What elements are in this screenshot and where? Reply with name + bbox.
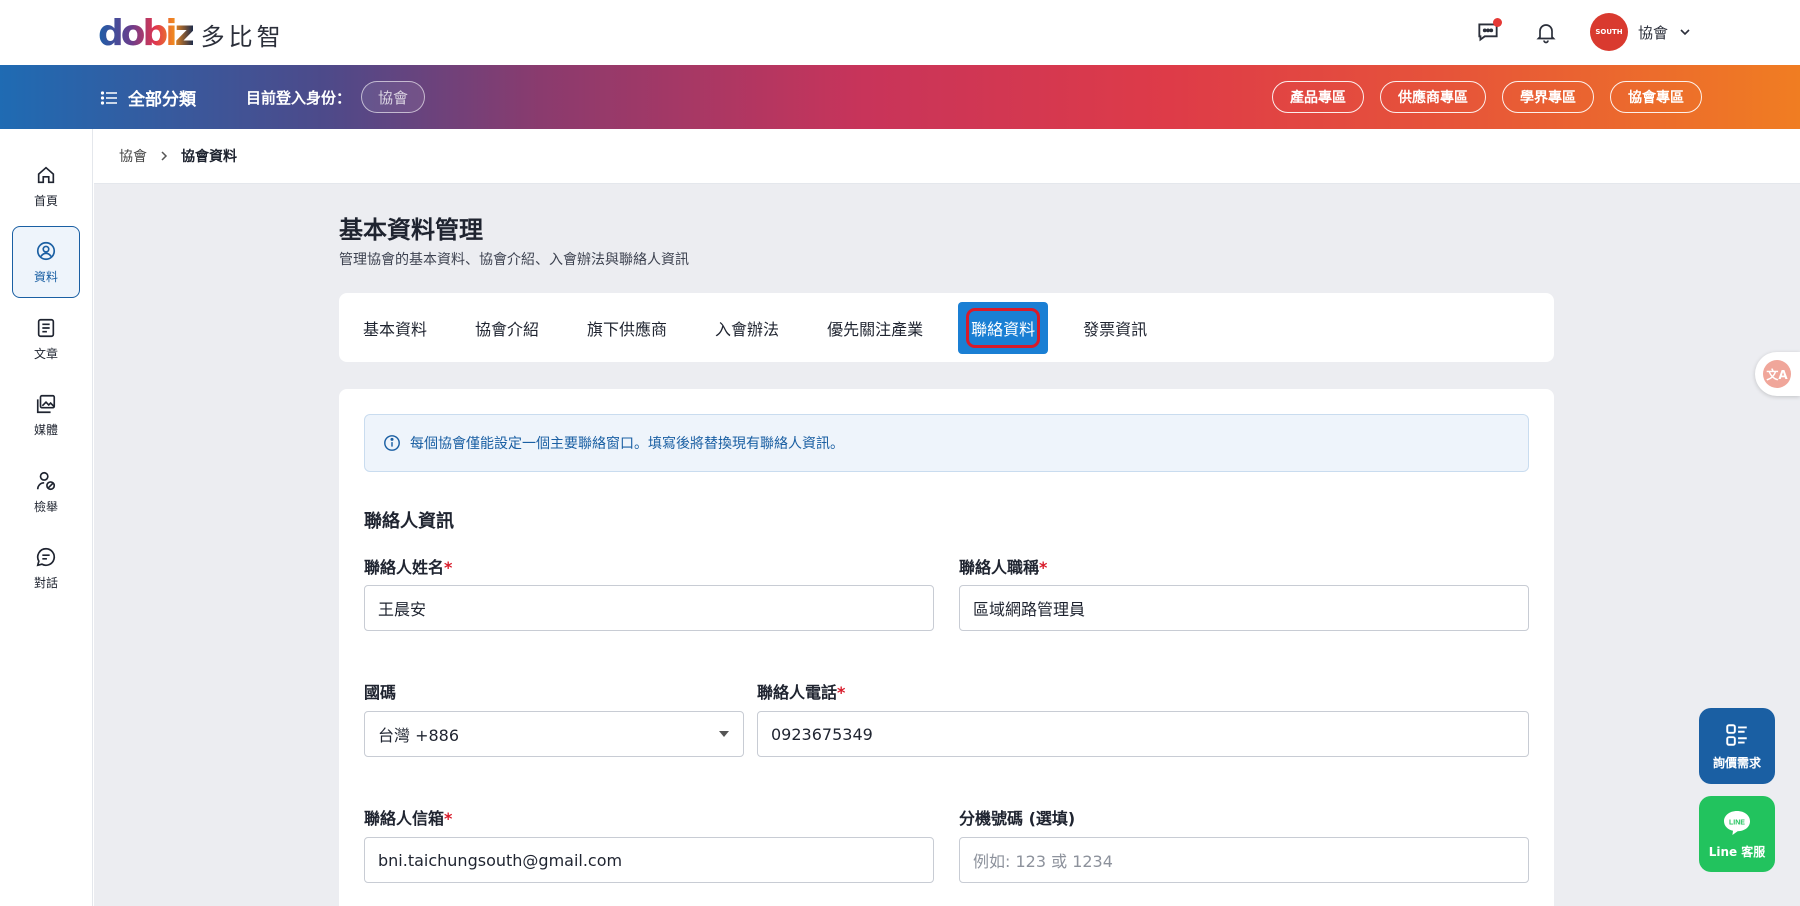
country-code-value: 台灣 +886 (378, 726, 460, 745)
avatar[interactable]: SOUTH (1589, 13, 1628, 51)
contact-name-input[interactable]: 王晨安 (364, 585, 934, 631)
sidebar: 首頁 資料 文章 媒體 檢舉 對話 (0, 129, 93, 906)
svg-text:LINE: LINE (1729, 819, 1745, 826)
media-icon (36, 394, 56, 413)
caret-down-icon (719, 731, 729, 737)
quote-request-button[interactable]: 詢價需求 (1699, 708, 1775, 784)
sidebar-item-label: 對話 (33, 575, 58, 590)
brand-logo[interactable]: dobiz 多比智 (98, 16, 285, 52)
all-categories-label: 全部分類 (128, 90, 196, 110)
sidebar-item-articles[interactable]: 文章 (12, 303, 80, 375)
category-bar: 全部分類 目前登入身份： 協會 產品專區 供應商專區 學界專區 協會專區 (0, 65, 1800, 129)
sidebar-item-profile[interactable]: 資料 (12, 226, 80, 298)
contact-form-card: 每個協會僅能設定一個主要聯絡窗口。填寫後將替換現有聯絡人資訊。 聯絡人資訊 聯絡… (339, 389, 1554, 906)
tab-membership[interactable]: 入會辦法 (715, 302, 779, 354)
breadcrumb-current: 協會資料 (181, 149, 237, 165)
sidebar-item-label: 文章 (33, 346, 58, 361)
line-support-label: Line 客服 (1708, 844, 1766, 859)
contact-email-input[interactable]: bni.taichungsouth@gmail.com (364, 837, 934, 883)
sidebar-item-label: 首頁 (33, 193, 58, 208)
extension-label: 分機號碼 (選填) (959, 809, 1076, 828)
contact-phone-label: 聯絡人電話* (757, 683, 846, 702)
chevron-down-icon[interactable] (1678, 25, 1692, 39)
extension-input[interactable]: 例如: 123 或 1234 (959, 837, 1529, 883)
header-actions: SOUTH 協會 (1474, 12, 1692, 52)
zone-links: 產品專區 供應商專區 學界專區 協會專區 (1256, 81, 1702, 113)
tab-invoice-info[interactable]: 發票資訊 (1083, 302, 1147, 354)
login-identity: 目前登入身份： 協會 (246, 81, 426, 113)
user-name[interactable]: 協會 (1638, 22, 1668, 43)
page-subtitle: 管理協會的基本資料、協會介紹、入會辦法與聯絡人資訊 (339, 252, 689, 268)
info-icon (384, 435, 400, 451)
translate-icon: 文A (1763, 360, 1791, 388)
chat-icon (36, 547, 56, 566)
sidebar-item-media[interactable]: 媒體 (12, 379, 80, 451)
identity-badge: 協會 (361, 81, 426, 113)
line-support-button[interactable]: LINE Line 客服 (1699, 796, 1775, 872)
identity-label: 目前登入身份： (246, 88, 352, 107)
unread-dot (1492, 18, 1502, 27)
sidebar-item-label: 媒體 (33, 422, 58, 437)
page-title: 基本資料管理 (339, 216, 483, 244)
all-categories-button[interactable]: 全部分類 (100, 85, 196, 110)
logo-mark: dobiz (98, 13, 196, 54)
contact-email-label: 聯絡人信箱* (364, 809, 453, 828)
contact-title-label: 聯絡人職稱* (959, 558, 1048, 577)
zone-association-button[interactable]: 協會專區 (1610, 81, 1702, 113)
article-icon (37, 318, 55, 337)
messages-icon[interactable] (1474, 18, 1502, 46)
country-code-label: 國碼 (364, 683, 397, 702)
sidebar-item-report[interactable]: 檢舉 (12, 456, 80, 528)
tab-suppliers[interactable]: 旗下供應商 (587, 302, 667, 354)
tab-association-intro[interactable]: 協會介紹 (475, 302, 539, 354)
zone-academia-button[interactable]: 學界專區 (1502, 81, 1594, 113)
profile-icon (36, 241, 56, 260)
report-icon (36, 471, 56, 490)
list-icon (100, 90, 117, 105)
breadcrumb: 協會 協會資料 (94, 129, 1800, 184)
zone-suppliers-button[interactable]: 供應商專區 (1380, 81, 1486, 113)
bell-icon[interactable] (1532, 18, 1560, 46)
line-icon: LINE (1724, 810, 1750, 835)
tab-priority-industries[interactable]: 優先關注產業 (827, 302, 923, 354)
top-header: dobiz 多比智 SOUTH 協會 (0, 0, 1800, 65)
zone-products-button[interactable]: 產品專區 (1272, 81, 1364, 113)
home-icon (37, 166, 55, 183)
sidebar-item-chat[interactable]: 對話 (12, 532, 80, 604)
tab-contact-info[interactable]: 聯絡資料 (958, 301, 1049, 354)
sidebar-item-home[interactable]: 首頁 (12, 150, 80, 222)
translate-widget[interactable]: 文A (1755, 352, 1800, 396)
quote-list-icon (1726, 723, 1747, 746)
sidebar-item-label: 檢舉 (33, 499, 58, 514)
chevron-right-icon (161, 151, 168, 161)
quote-request-label: 詢價需求 (1712, 755, 1761, 770)
info-notice: 每個協會僅能設定一個主要聯絡窗口。填寫後將替換現有聯絡人資訊。 (364, 414, 1529, 472)
main-content: 基本資料管理 管理協會的基本資料、協會介紹、入會辦法與聯絡人資訊 基本資料 協會… (94, 184, 1800, 906)
section-title: 聯絡人資訊 (364, 511, 454, 532)
contact-title-input[interactable]: 區域網路管理員 (959, 585, 1529, 631)
country-code-select[interactable]: 台灣 +886 (364, 711, 744, 757)
breadcrumb-parent-link[interactable]: 協會 (119, 146, 147, 166)
contact-name-label: 聯絡人姓名* (364, 558, 453, 577)
notice-text: 每個協會僅能設定一個主要聯絡窗口。填寫後將替換現有聯絡人資訊。 (410, 436, 844, 452)
logo-text: 多比智 (200, 22, 285, 51)
contact-phone-input[interactable]: 0923675349 (757, 711, 1529, 757)
sidebar-item-label: 資料 (33, 269, 58, 284)
tab-basic-info[interactable]: 基本資料 (363, 302, 427, 354)
tab-bar: 基本資料 協會介紹 旗下供應商 入會辦法 優先關注產業 聯絡資料 發票資訊 (339, 293, 1554, 362)
